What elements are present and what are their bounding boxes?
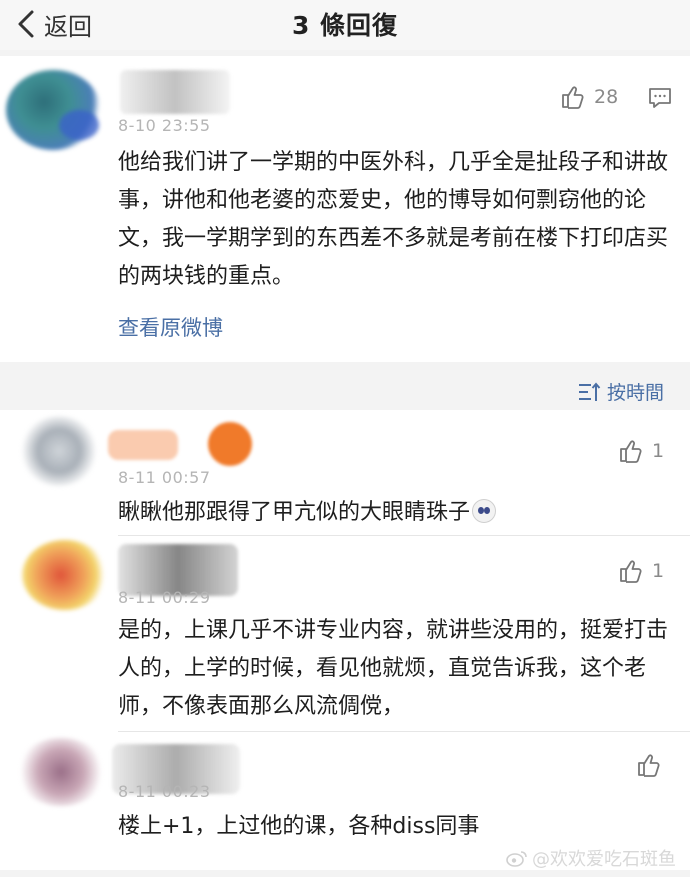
comment-reply-icon[interactable] — [648, 86, 672, 110]
avatar[interactable] — [16, 738, 108, 808]
comment-text: 他给我们讲了一学期的中医外科，几乎全是扯段子和讲故事，讲他和他老婆的恋爱史，他的… — [118, 150, 669, 289]
username-blurred[interactable] — [120, 70, 230, 114]
username-blurred[interactable] — [108, 422, 268, 470]
thumbs-up-icon — [638, 754, 660, 777]
avatar[interactable] — [22, 540, 110, 612]
avatar[interactable] — [4, 60, 114, 150]
wide-eyes-emoji-icon — [472, 499, 497, 523]
thumbs-up-icon — [620, 560, 642, 583]
reply-timestamp: 8-11 00:29 — [118, 588, 211, 607]
like-button[interactable]: 1 — [618, 558, 664, 584]
like-button[interactable]: 1 — [618, 438, 664, 464]
sort-by-time-button[interactable]: 按時間 — [577, 378, 664, 405]
reply-timestamp: 8-11 00:57 — [118, 468, 211, 487]
thumbs-up-icon — [620, 440, 642, 463]
like-count: 28 — [594, 86, 619, 108]
like-count: 1 — [652, 560, 665, 582]
thumbs-up-icon — [562, 86, 584, 109]
view-original-link[interactable]: 查看原微博 — [118, 312, 223, 342]
reply-text: 楼上+1，上过他的课，各种diss同事 — [118, 814, 480, 839]
like-count: 1 — [652, 440, 665, 462]
navigation-bar: 返回 3 條回復 — [0, 0, 690, 50]
reply-item: 8-11 00:57 1 瞅瞅他那跟得了甲亢似的大眼睛珠子 — [0, 410, 690, 536]
like-button[interactable] — [636, 752, 670, 778]
reply-timestamp: 8-11 00:23 — [118, 782, 211, 801]
weibo-logo-icon — [506, 851, 527, 867]
reply-item: 8-11 00:29 1 是的，上课几乎不讲专业内容，就讲些没用的，挺爱打击人的… — [0, 536, 690, 732]
avatar[interactable] — [20, 416, 100, 488]
sort-icon — [578, 381, 601, 401]
watermark: @欢欢爱吃石斑鱼 — [506, 845, 676, 871]
reply-text: 是的，上课几乎不讲专业内容，就讲些没用的，挺爱打击人的，上学的时候，看见他就烦，… — [118, 618, 669, 719]
reply-text-content: 瞅瞅他那跟得了甲亢似的大眼睛珠子 — [118, 500, 471, 525]
sort-label: 按時間 — [606, 382, 664, 404]
watermark-text: @欢欢爱吃石斑鱼 — [532, 849, 676, 870]
page-title: 3 條回復 — [291, 11, 399, 40]
reply-text: 瞅瞅他那跟得了甲亢似的大眼睛珠子 — [118, 494, 678, 532]
main-comment-card: 8-10 23:55 28 他给我们讲了一学期的中医外科，几乎全是扯段子和讲故事… — [0, 56, 690, 362]
like-button[interactable]: 28 — [560, 84, 618, 110]
comment-timestamp: 8-10 23:55 — [118, 116, 211, 135]
